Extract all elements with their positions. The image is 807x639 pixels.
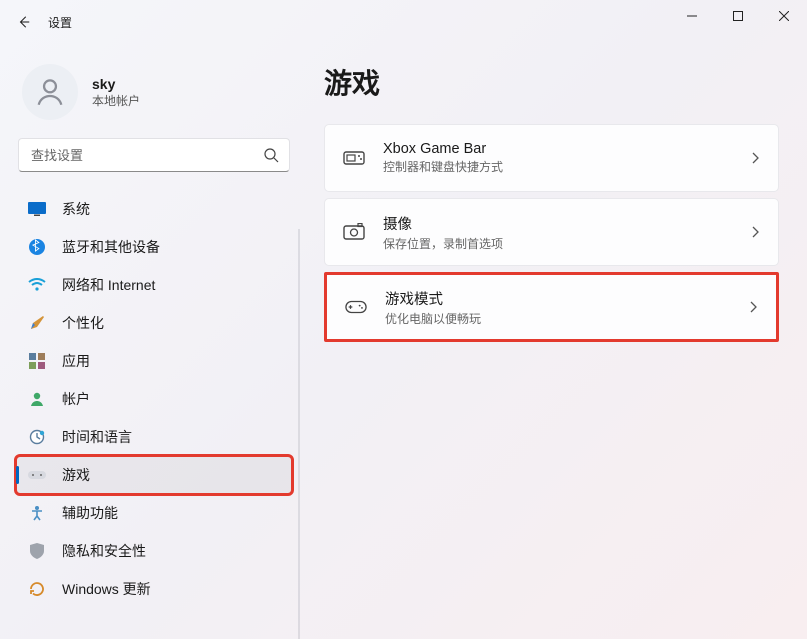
sidebar-item-network[interactable]: 网络和 Internet: [16, 266, 292, 304]
sidebar-item-update[interactable]: Windows 更新: [16, 570, 292, 608]
apps-icon: [28, 352, 46, 370]
search-box[interactable]: [18, 138, 290, 172]
card-game-mode[interactable]: 游戏模式 优化电脑以便畅玩: [324, 272, 779, 342]
accessibility-icon: [28, 504, 46, 522]
camera-icon: [343, 221, 365, 243]
wifi-icon: [28, 276, 46, 294]
clock-icon: [28, 428, 46, 446]
sidebar-item-label: 蓝牙和其他设备: [62, 237, 160, 257]
chevron-right-icon: [750, 225, 760, 239]
shield-icon: [28, 542, 46, 560]
sidebar-item-accounts[interactable]: 帐户: [16, 380, 292, 418]
card-title: 摄像: [383, 213, 732, 234]
card-title: 游戏模式: [385, 288, 730, 309]
card-captures[interactable]: 摄像 保存位置，录制首选项: [324, 198, 779, 266]
sidebar-item-privacy[interactable]: 隐私和安全性: [16, 532, 292, 570]
bluetooth-icon: [28, 238, 46, 256]
sidebar-item-label: 辅助功能: [62, 503, 118, 523]
window-title: 设置: [48, 14, 72, 31]
search-input[interactable]: [29, 147, 263, 164]
card-title: Xbox Game Bar: [383, 141, 732, 157]
person-icon: [33, 75, 67, 109]
sidebar-item-apps[interactable]: 应用: [16, 342, 292, 380]
sidebar-item-label: 游戏: [62, 465, 90, 485]
sidebar-scrollbar[interactable]: [298, 229, 300, 639]
profile-type: 本地帐户: [92, 92, 140, 109]
sidebar-item-label: 时间和语言: [62, 427, 132, 447]
main-pane: 游戏 Xbox Game Bar 控制器和键盘快捷方式 摄像 保存位置，录制首选…: [300, 44, 807, 639]
minimize-icon: [687, 11, 697, 21]
close-button[interactable]: [761, 0, 807, 32]
maximize-button[interactable]: [715, 0, 761, 32]
xbox-bar-icon: [343, 147, 365, 169]
account-icon: [28, 390, 46, 408]
update-icon: [28, 580, 46, 598]
sidebar-item-label: 帐户: [62, 389, 90, 409]
card-subtitle: 控制器和键盘快捷方式: [383, 158, 732, 175]
window-controls: [669, 0, 807, 32]
close-icon: [779, 11, 789, 21]
nav-list: 系统 蓝牙和其他设备 网络和 Internet 个性化: [16, 190, 292, 608]
card-subtitle: 保存位置，录制首选项: [383, 235, 732, 252]
sidebar-item-label: 个性化: [62, 313, 104, 333]
chevron-right-icon: [750, 151, 760, 165]
chevron-right-icon: [748, 300, 758, 314]
page-title: 游戏: [324, 62, 779, 102]
sidebar-item-label: 网络和 Internet: [62, 275, 155, 295]
card-xbox-game-bar[interactable]: Xbox Game Bar 控制器和键盘快捷方式: [324, 124, 779, 192]
sidebar-item-bluetooth[interactable]: 蓝牙和其他设备: [16, 228, 292, 266]
card-subtitle: 优化电脑以便畅玩: [385, 310, 730, 327]
game-mode-icon: [345, 296, 367, 318]
sidebar-item-accessibility[interactable]: 辅助功能: [16, 494, 292, 532]
maximize-icon: [733, 11, 743, 21]
monitor-icon: [28, 200, 46, 218]
sidebar-item-label: 系统: [62, 199, 90, 219]
sidebar-item-system[interactable]: 系统: [16, 190, 292, 228]
avatar: [22, 64, 78, 120]
sidebar-item-personalize[interactable]: 个性化: [16, 304, 292, 342]
arrow-left-icon: [17, 15, 31, 29]
sidebar-item-label: Windows 更新: [62, 579, 151, 599]
search-icon: [263, 147, 279, 163]
sidebar: sky 本地帐户 系统 蓝牙和其他设备: [0, 44, 300, 639]
back-button[interactable]: [4, 2, 44, 42]
gamepad-icon: [28, 466, 46, 484]
minimize-button[interactable]: [669, 0, 715, 32]
sidebar-item-label: 隐私和安全性: [62, 541, 146, 561]
sidebar-item-gaming[interactable]: 游戏: [16, 456, 292, 494]
sidebar-item-time[interactable]: 时间和语言: [16, 418, 292, 456]
profile-name: sky: [92, 76, 140, 92]
sidebar-item-label: 应用: [62, 351, 90, 371]
brush-icon: [28, 314, 46, 332]
profile-block[interactable]: sky 本地帐户: [16, 56, 292, 138]
